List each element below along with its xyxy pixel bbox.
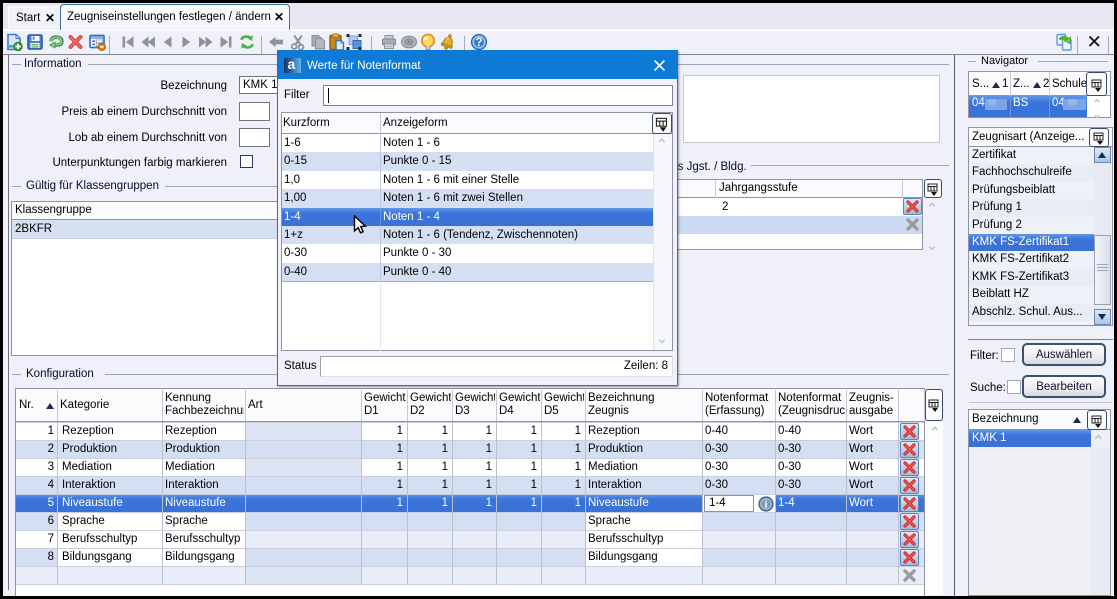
svg-text:i: i xyxy=(765,500,768,511)
svg-text:?: ? xyxy=(475,37,482,49)
